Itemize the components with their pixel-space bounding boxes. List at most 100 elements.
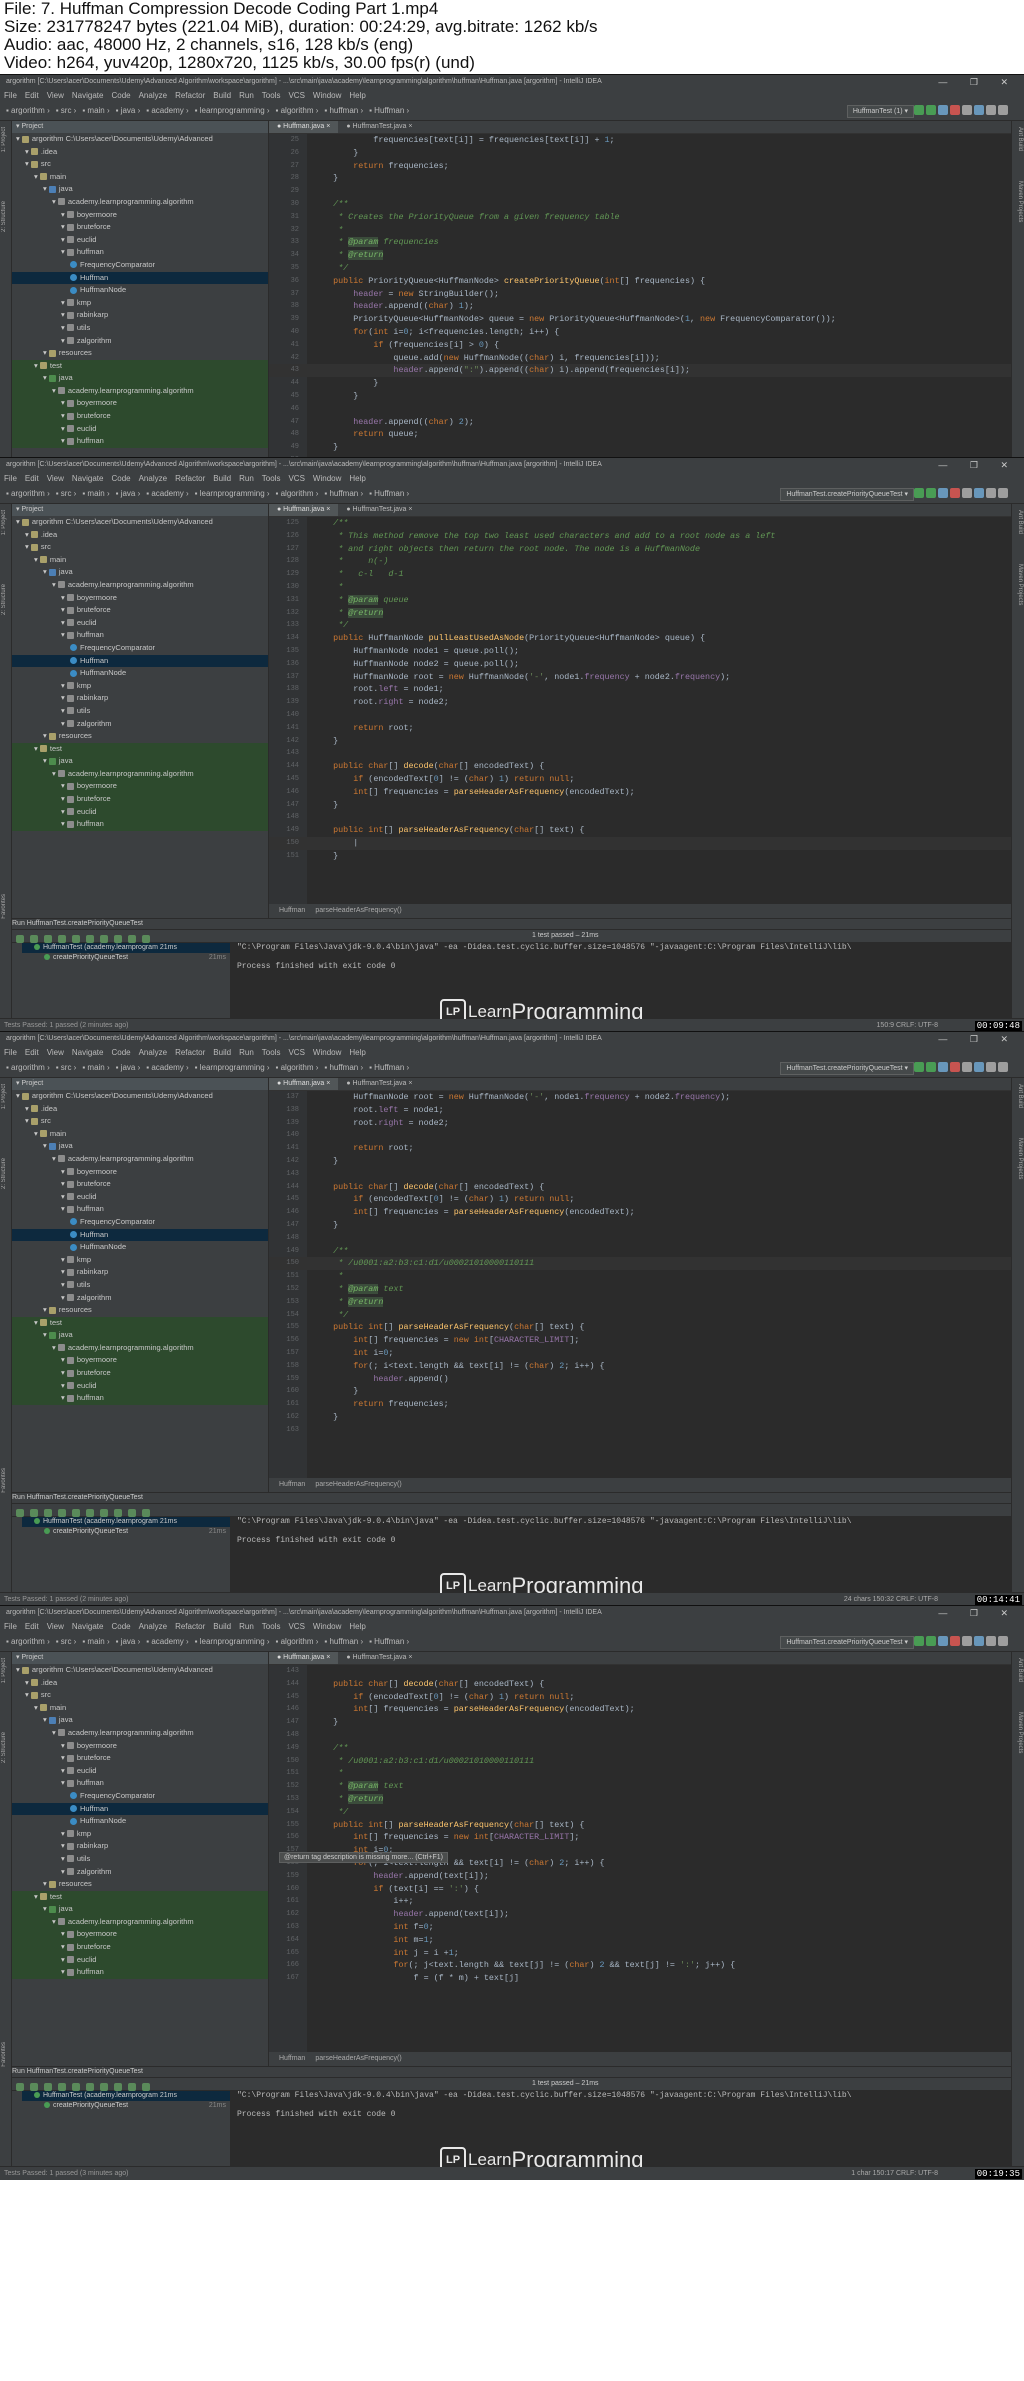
tree-item[interactable]: ▾ huffman <box>12 1203 268 1216</box>
menu-item-code[interactable]: Code <box>111 91 130 100</box>
menu-item-analyze[interactable]: Analyze <box>139 1048 167 1057</box>
tree-item[interactable]: ▾ test <box>12 1890 268 1904</box>
tree-item[interactable]: Huffman <box>12 1802 268 1816</box>
breadcrumb-item[interactable]: parseHeaderAsFrequency() <box>315 1481 401 1488</box>
code-line[interactable]: 139 root.right = node2; <box>269 696 1011 709</box>
tree-item[interactable]: ▾ huffman <box>12 246 268 259</box>
tree-item[interactable]: ▾ boyermoore <box>12 209 268 222</box>
search-icon[interactable] <box>974 488 984 498</box>
nav-crumb[interactable]: ▪ Huffman › <box>369 489 409 498</box>
code-line[interactable]: 150 * /u0001:a2:b3:c1:d1/u00021010000110… <box>269 1257 1011 1271</box>
menu-item-file[interactable]: File <box>4 474 17 483</box>
tree-item[interactable]: ▾ huffman <box>12 435 268 448</box>
code-line[interactable]: 150 * /u0001:a2:b3:c1:d1/u00021010000110… <box>269 1755 1011 1768</box>
nav-crumb[interactable]: ▪ main › <box>82 106 109 115</box>
tree-item[interactable]: ▾ .idea <box>12 146 268 159</box>
tool-window-tab[interactable]: Favorites <box>1 2042 10 2067</box>
tree-item[interactable]: ▾ src <box>12 1689 268 1702</box>
nav-crumb[interactable]: ▪ java › <box>116 489 141 498</box>
nav-crumb[interactable]: ▪ academy › <box>146 1063 188 1072</box>
tree-item[interactable]: ▾ main <box>12 171 268 184</box>
tree-item[interactable]: ▾ boyermoore <box>12 1166 268 1179</box>
code-line[interactable]: 161 return frequencies; <box>269 1398 1011 1411</box>
tree-item[interactable]: ▾ academy.learnprogramming.algorithm <box>12 1341 268 1355</box>
code-line[interactable]: 126 * This method remove the top two lea… <box>269 530 1011 543</box>
run-icon[interactable] <box>914 488 924 498</box>
tree-item[interactable]: ▾ boyermoore <box>12 592 268 605</box>
tree-item[interactable]: ▾ zalgorithm <box>12 718 268 731</box>
tool-window-tab[interactable]: Ant Build <box>1014 510 1023 534</box>
code-line[interactable]: 162 } <box>269 1411 1011 1424</box>
code-line[interactable]: 137 HuffmanNode root = new HuffmanNode('… <box>269 1091 1011 1104</box>
stop-icon[interactable] <box>950 1062 960 1072</box>
tree-item[interactable]: ▾ euclid <box>12 1379 268 1393</box>
coverage-icon[interactable] <box>938 488 948 498</box>
code-line[interactable]: 152 * @param text <box>269 1283 1011 1296</box>
code-line[interactable]: 166 for(; j<text.length && text[j] != (c… <box>269 1959 1011 1972</box>
tree-item[interactable]: ▾ bruteforce <box>12 1367 268 1380</box>
test-result-item[interactable]: createPriorityQueueTest 21ms <box>22 953 230 963</box>
code-line[interactable]: 30 /** <box>269 198 1011 211</box>
run-toolbar-icon[interactable] <box>58 935 66 943</box>
tree-item[interactable]: FrequencyComparator <box>12 259 268 272</box>
code-line[interactable]: 127 * and right objects then return the … <box>269 543 1011 556</box>
code-line[interactable]: 36 public PriorityQueue<HuffmanNode> cre… <box>269 275 1011 288</box>
code-line[interactable]: 31 * Creates the PriorityQueue from a gi… <box>269 211 1011 224</box>
window-controls[interactable]: — ❐ ✕ <box>938 458 1018 472</box>
run-toolbar-icon[interactable] <box>114 2083 122 2091</box>
coverage-icon[interactable] <box>938 1636 948 1646</box>
sdk-icon[interactable] <box>998 488 1008 498</box>
project-panel-header[interactable]: ▾ Project <box>12 1652 268 1664</box>
editor-tab[interactable]: ● HuffmanTest.java × <box>338 121 420 133</box>
tree-item[interactable]: ▾ euclid <box>12 1953 268 1967</box>
code-line[interactable]: 132 * @return <box>269 607 1011 620</box>
debug-icon[interactable] <box>926 105 936 115</box>
menu-item-refactor[interactable]: Refactor <box>175 1048 205 1057</box>
code-line[interactable]: 133 */ <box>269 619 1011 632</box>
menu-item-build[interactable]: Build <box>213 91 231 100</box>
nav-crumb[interactable]: ▪ argorithm › <box>6 1637 50 1646</box>
build-icon[interactable] <box>962 1062 972 1072</box>
tool-window-tab[interactable]: 1: Project <box>1 510 10 535</box>
code-line[interactable]: 143 <box>269 1665 1011 1678</box>
tree-item[interactable]: ▾ test <box>12 359 268 373</box>
code-line[interactable]: 144 public char[] decode(char[] encodedT… <box>269 1181 1011 1194</box>
code-line[interactable]: 130 * <box>269 581 1011 594</box>
tree-item[interactable]: ▾ boyermoore <box>12 1354 268 1368</box>
code-line[interactable]: 129 * c-l d-1 <box>269 568 1011 581</box>
code-line[interactable]: 159 header.append(text[i]); <box>269 1870 1011 1883</box>
tree-item[interactable]: ▾ src <box>12 1115 268 1128</box>
test-result-item[interactable]: createPriorityQueueTest 21ms <box>22 2101 230 2111</box>
editor-tab[interactable]: ● Huffman.java × <box>269 121 339 133</box>
code-line[interactable]: 149 /** <box>269 1742 1011 1755</box>
code-line[interactable]: 28 } <box>269 172 1011 185</box>
code-line[interactable]: 152 * @param text <box>269 1780 1011 1793</box>
tree-item[interactable]: ▾ rabinkarp <box>12 309 268 322</box>
project-panel-header[interactable]: ▾ Project <box>12 504 268 516</box>
tree-item[interactable]: ▾ bruteforce <box>12 604 268 617</box>
project-panel-header[interactable]: ▾ Project <box>12 1078 268 1090</box>
nav-crumb[interactable]: ▪ argorithm › <box>6 106 50 115</box>
tool-window-tab[interactable]: 1: Project <box>1 1658 10 1683</box>
tree-item[interactable]: ▾ utils <box>12 1853 268 1866</box>
tree-item[interactable]: ▾ euclid <box>12 617 268 630</box>
tree-item[interactable]: ▾ rabinkarp <box>12 692 268 705</box>
tree-item[interactable]: ▾ java <box>12 566 268 579</box>
code-line[interactable]: 48 return queue; <box>269 428 1011 441</box>
menu-item-vcs[interactable]: VCS <box>288 1048 304 1057</box>
run-toolbar-icon[interactable] <box>30 1509 38 1517</box>
menu-item-navigate[interactable]: Navigate <box>72 474 104 483</box>
tool-window-tab[interactable]: 1: Project <box>1 1084 10 1109</box>
code-line[interactable]: 145 if (encodedText[0] != (char) 1) retu… <box>269 1193 1011 1206</box>
test-result-item[interactable]: createPriorityQueueTest 21ms <box>22 1527 230 1537</box>
run-toolbar-icon[interactable] <box>128 935 136 943</box>
menu-item-file[interactable]: File <box>4 1622 17 1631</box>
breadcrumb-item[interactable]: Huffman <box>279 2055 305 2062</box>
nav-crumb[interactable]: ▪ Huffman › <box>369 106 409 115</box>
code-line[interactable]: 139 root.right = node2; <box>269 1117 1011 1130</box>
code-line[interactable]: 151 * <box>269 1767 1011 1780</box>
tool-window-tab[interactable]: 2: Structure <box>1 1732 10 1763</box>
project-panel-header[interactable]: ▾ Project <box>12 121 268 133</box>
run-toolbar-icon[interactable] <box>100 935 108 943</box>
tree-item[interactable]: ▾ euclid <box>12 234 268 247</box>
